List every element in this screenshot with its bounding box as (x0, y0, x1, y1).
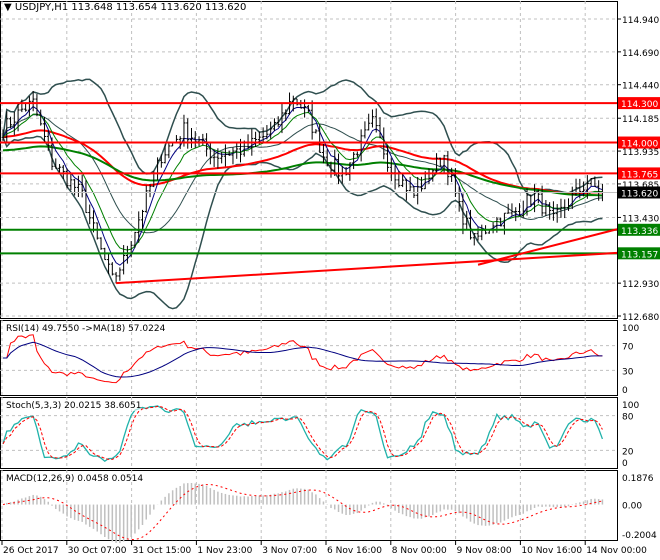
current-price-label: 113.620 (621, 189, 658, 199)
chart-header: ▼ USDJPY,H1 113.648 113.654 113.620 113.… (4, 2, 247, 13)
ma-green (2, 145, 603, 197)
x-tick-label: 1 Nov 23:00 (197, 546, 252, 556)
y-tick-label: 114.185 (622, 115, 659, 125)
stoch-tick-label: 0 (622, 459, 628, 469)
x-tick-label: 31 Oct 15:00 (133, 546, 192, 556)
x-tick-label: 3 Nov 07:00 (262, 546, 317, 556)
ohlc-values: 113.648 113.654 113.620 113.620 (71, 2, 247, 13)
x-tick-label: 8 Nov 00:00 (392, 546, 447, 556)
y-tick-label: 114.440 (622, 82, 659, 92)
stoch-label: Stoch(5,3,3) 20.0215 38.6051 (6, 401, 142, 411)
y-tick-label: 112.680 (622, 313, 659, 323)
rsi-tick-label: 100 (622, 324, 639, 334)
rsi-line (3, 334, 603, 384)
rsi-tick-label: 70 (622, 343, 634, 353)
rsi-tick-label: 0 (622, 386, 628, 396)
level-label: 113.765 (621, 170, 658, 180)
macd-tick-label: 0.1876 (622, 474, 654, 484)
x-tick-label: 14 Nov 00:00 (586, 546, 647, 556)
y-tick-label: 112.930 (622, 280, 659, 290)
stoch-tick-label: 20 (622, 447, 634, 457)
y-tick-label: 114.940 (622, 16, 659, 26)
macd-tick-label: -0.2004 (622, 531, 657, 541)
x-tick-label: 26 Oct 2017 (3, 546, 59, 556)
trendline[interactable] (477, 228, 618, 266)
rsi-ma-line (3, 341, 603, 378)
y-tick-label: 113.430 (622, 214, 659, 224)
stoch-tick-label: 80 (622, 413, 634, 423)
bollinger-upper (2, 78, 603, 197)
macd-label: MACD(12,26,9) 0.0458 0.0514 (6, 474, 144, 484)
x-tick-label: 6 Nov 16:00 (327, 546, 382, 556)
level-label: 113.336 (621, 227, 658, 237)
chart-window[interactable]: 26 Oct 2017 30 Oct 07:00 31 Oct 15:00 1 Nov… (0, 0, 660, 560)
stoch-tick-label: 100 (622, 401, 639, 411)
rsi-label: RSI(14) 49.7550 ->MA(18) 57.0224 (6, 324, 166, 334)
y-tick-label: 113.935 (622, 148, 659, 158)
level-label: 113.157 (621, 250, 658, 260)
stoch-signal-line (2, 405, 603, 460)
x-tick-label: 9 Nov 08:00 (457, 546, 512, 556)
x-tick-label: 30 Oct 07:00 (68, 546, 127, 556)
macd-tick-label: 0.00 (622, 502, 642, 512)
rsi-tick-label: 30 (622, 367, 634, 377)
level-label: 114.300 (621, 100, 658, 110)
trendline[interactable] (116, 251, 618, 285)
symbol-label: USDJPY,H1 (14, 2, 69, 13)
y-tick-label: 114.690 (622, 49, 659, 59)
collapse-triangle-icon[interactable]: ▼ (4, 2, 12, 13)
x-tick-label: 10 Nov 16:00 (521, 546, 582, 556)
level-label: 114.000 (621, 140, 658, 150)
